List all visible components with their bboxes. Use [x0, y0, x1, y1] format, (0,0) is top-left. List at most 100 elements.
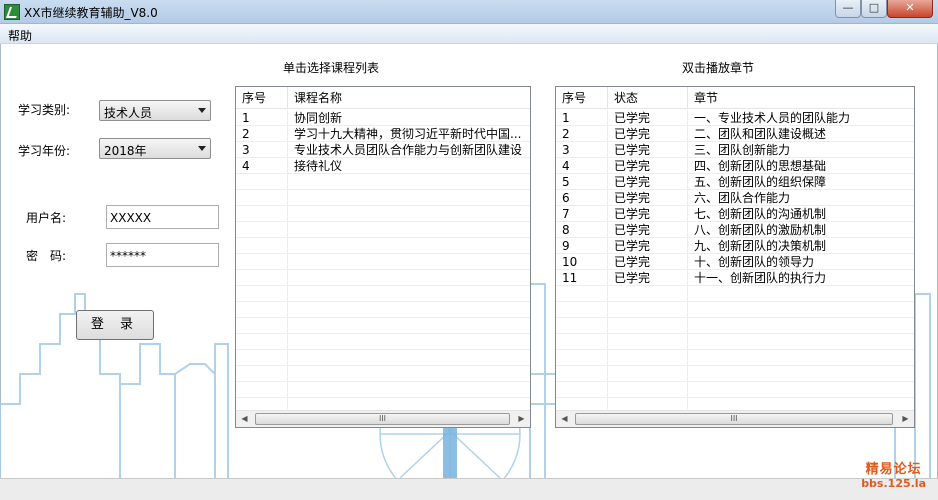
list-item[interactable]: 2 已学完 二、团队和团队建设概述 [556, 126, 914, 142]
column-header-index[interactable]: 序号 [236, 87, 288, 109]
list-cell: 已学完 [614, 223, 651, 237]
scroll-left-arrow-icon[interactable]: ◀ [556, 411, 573, 427]
course-list-heading: 单击选择课程列表 [283, 61, 380, 75]
list-item[interactable]: 9 已学完 九、创新团队的决策机制 [556, 238, 914, 254]
list-item[interactable]: 11 已学完 十一、创新团队的执行力 [556, 270, 914, 286]
course-list-header: 序号 课程名称 [236, 87, 530, 109]
forum-watermark: 精易论坛 bbs.125.la [861, 458, 926, 490]
list-cell: 已学完 [614, 239, 651, 253]
list-item[interactable]: 7 已学完 七、创新团队的沟通机制 [556, 206, 914, 222]
list-cell: 七、创新团队的沟通机制 [694, 207, 827, 221]
list-cell: 3 [562, 143, 570, 157]
scrollbar-thumb[interactable]: III [255, 413, 510, 425]
chevron-down-icon [198, 146, 206, 151]
list-item[interactable]: 2 学习十九大精神，贯彻习近平新时代中国... [236, 126, 530, 142]
scrollbar-thumb[interactable]: III [575, 413, 893, 425]
list-item[interactable]: 4 接待礼仪 [236, 158, 530, 174]
chapter-list-heading: 双击播放章节 [682, 61, 755, 75]
list-cell: 已学完 [614, 255, 651, 269]
column-header-status[interactable]: 状态 [608, 87, 688, 109]
password-field[interactable]: ****** [106, 243, 219, 267]
list-cell: 已学完 [614, 111, 651, 125]
list-cell: 已学完 [614, 159, 651, 173]
course-list-body: 1 协同创新 2 学习十九大精神，贯彻习近平新时代中国... 3 专业技术人员团队合作能力… [236, 110, 530, 174]
list-cell: 协同创新 [294, 111, 343, 125]
username-field[interactable]: XXXXX [106, 205, 219, 229]
maximize-button[interactable]: □ [861, 0, 887, 18]
list-cell: 4 [242, 159, 250, 173]
list-cell: 专业技术人员团队合作能力与创新团队建设 [294, 143, 523, 157]
year-value: 2018年 [104, 144, 147, 158]
menu-bar: 帮助 [0, 24, 938, 44]
status-bar [0, 478, 938, 500]
list-item[interactable]: 8 已学完 八、创新团队的激励机制 [556, 222, 914, 238]
window-title: XX市继续教育辅助_V8.0 [24, 6, 158, 20]
password-label: 密 码: [26, 249, 67, 263]
list-cell: 一、专业技术人员的团队能力 [694, 111, 851, 125]
list-cell: 2 [562, 127, 570, 141]
chevron-down-icon [198, 108, 206, 113]
category-label: 学习类别: [18, 103, 71, 117]
list-cell: 十一、创新团队的执行力 [694, 271, 827, 285]
list-cell: 已学完 [614, 175, 651, 189]
list-cell: 11 [562, 271, 578, 285]
course-list-hscrollbar[interactable]: ◀ III ▶ [236, 410, 530, 427]
list-cell: 10 [562, 255, 578, 269]
category-value: 技术人员 [104, 106, 153, 120]
close-button[interactable]: ✕ [887, 0, 933, 18]
list-cell: 已学完 [614, 207, 651, 221]
watermark-line2: bbs.125.la [861, 477, 926, 490]
list-item[interactable]: 4 已学完 四、创新团队的思想基础 [556, 158, 914, 174]
app-icon [4, 4, 20, 20]
list-cell: 已学完 [614, 271, 651, 285]
list-cell: 2 [242, 127, 250, 141]
list-item[interactable]: 10 已学完 十、创新团队的领导力 [556, 254, 914, 270]
username-label: 用户名: [26, 211, 67, 225]
scroll-left-arrow-icon[interactable]: ◀ [236, 411, 253, 427]
scroll-right-arrow-icon[interactable]: ▶ [897, 411, 914, 427]
list-cell: 六、团队合作能力 [694, 191, 791, 205]
chapter-list-body: 1 已学完 一、专业技术人员的团队能力 2 已学完 二、团队和团队建设概述 3 已学完 三、团队… [556, 110, 914, 286]
watermark-line1: 精易论坛 [865, 462, 922, 477]
list-cell: 接待礼仪 [294, 159, 343, 173]
list-item[interactable]: 3 专业技术人员团队合作能力与创新团队建设 [236, 142, 530, 158]
list-cell: 已学完 [614, 127, 651, 141]
list-cell: 8 [562, 223, 570, 237]
list-item[interactable]: 6 已学完 六、团队合作能力 [556, 190, 914, 206]
chapter-list-hscrollbar[interactable]: ◀ III ▶ [556, 410, 914, 427]
list-cell: 3 [242, 143, 250, 157]
column-header-index[interactable]: 序号 [556, 87, 608, 109]
course-list[interactable]: 序号 课程名称 1 协同创新 2 学习十九大精神，贯彻习近平新时代中国... 3 专业技术… [235, 86, 531, 428]
list-cell: 6 [562, 191, 570, 205]
chapter-list[interactable]: 序号 状态 章节 1 已学完 一、专业技术人员的团队能力 2 已学完 二、团队和团队建设概… [555, 86, 915, 428]
list-cell: 十、创新团队的领导力 [694, 255, 815, 269]
list-cell: 5 [562, 175, 570, 189]
list-cell: 四、创新团队的思想基础 [694, 159, 827, 173]
list-cell: 已学完 [614, 143, 651, 157]
year-dropdown[interactable]: 2018年 [99, 138, 211, 159]
title-bar[interactable]: XX市继续教育辅助_V8.0 — □ ✕ [0, 0, 938, 24]
login-button[interactable]: 登 录 [76, 310, 154, 340]
column-header-course-name[interactable]: 课程名称 [288, 87, 530, 109]
list-cell: 9 [562, 239, 570, 253]
chapter-list-header: 序号 状态 章节 [556, 87, 914, 109]
list-cell: 4 [562, 159, 570, 173]
year-label: 学习年份: [18, 144, 71, 158]
category-dropdown[interactable]: 技术人员 [99, 100, 211, 121]
menu-help[interactable]: 帮助 [8, 27, 32, 44]
list-item[interactable]: 5 已学完 五、创新团队的组织保障 [556, 174, 914, 190]
list-cell: 九、创新团队的决策机制 [694, 239, 827, 253]
list-cell: 7 [562, 207, 570, 221]
list-cell: 二、团队和团队建设概述 [694, 127, 827, 141]
list-item[interactable]: 3 已学完 三、团队创新能力 [556, 142, 914, 158]
list-cell: 已学完 [614, 191, 651, 205]
list-cell: 三、团队创新能力 [694, 143, 791, 157]
minimize-button[interactable]: — [835, 0, 861, 18]
list-item[interactable]: 1 协同创新 [236, 110, 530, 126]
scroll-right-arrow-icon[interactable]: ▶ [513, 411, 530, 427]
column-header-chapter[interactable]: 章节 [688, 87, 914, 109]
list-cell: 学习十九大精神，贯彻习近平新时代中国... [294, 127, 522, 141]
list-cell: 1 [242, 111, 250, 125]
list-cell: 五、创新团队的组织保障 [694, 175, 827, 189]
list-item[interactable]: 1 已学完 一、专业技术人员的团队能力 [556, 110, 914, 126]
